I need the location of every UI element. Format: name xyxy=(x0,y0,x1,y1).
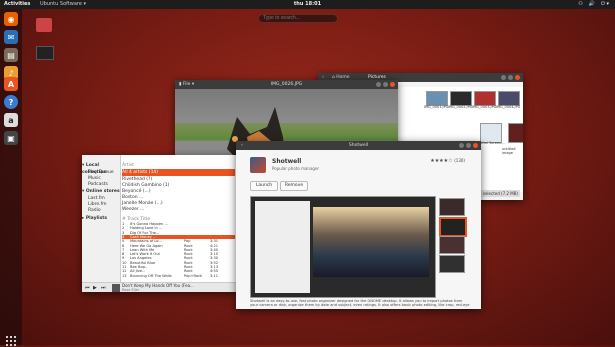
main-screenshot[interactable] xyxy=(250,196,436,298)
album-art xyxy=(112,284,120,292)
file-label: untitled image xyxy=(502,147,516,155)
file-item[interactable] xyxy=(508,123,523,143)
artist-list: Artist All 4 artists (14) Rivethead (?) … xyxy=(122,162,235,217)
sidebar-heading-library[interactable]: ▾ Local collection xyxy=(82,162,120,175)
close-button[interactable] xyxy=(473,143,478,148)
power-icon[interactable]: ⏻ ▾ xyxy=(601,0,609,9)
file-item[interactable] xyxy=(498,91,520,106)
remove-button[interactable]: Remove xyxy=(280,181,308,191)
music-sidebar: ▾ Local collection Play Queue Music Podc… xyxy=(82,155,121,282)
clock[interactable]: thu 18:01 xyxy=(0,0,615,9)
screenshot-thumbnail[interactable] xyxy=(439,217,467,237)
software-header: ‹ Shotwell xyxy=(236,141,481,150)
help-icon[interactable]: ? xyxy=(4,95,18,109)
shotwell-icon[interactable]: ▣ xyxy=(4,131,18,145)
track-genre: Pop+Rock xyxy=(184,273,203,278)
search-input[interactable] xyxy=(258,14,338,23)
play-button[interactable]: ▶ xyxy=(93,285,97,291)
file-label: IMG_0002.JPG xyxy=(448,105,473,109)
desktop-icon-disk[interactable] xyxy=(36,46,54,60)
screenshot-sidebar xyxy=(255,201,310,293)
file-label: IMG_0001.JPG xyxy=(424,105,449,109)
file-label: IMG_0004.JPG xyxy=(496,105,521,109)
screenshot-thumbnail[interactable] xyxy=(439,255,465,273)
file-label: IMG_0003.JPG xyxy=(472,105,497,109)
app-summary: Popular photo manager xyxy=(272,166,320,171)
minimize-button[interactable] xyxy=(501,75,506,80)
maximize-button[interactable] xyxy=(383,82,388,87)
minimize-button[interactable] xyxy=(376,82,381,87)
trash-icon xyxy=(36,18,52,32)
software-icon[interactable]: A xyxy=(4,77,18,91)
software-window: ‹ Shotwell Shotwell Popular photo manage… xyxy=(236,141,481,309)
artist-column-header[interactable]: Artist xyxy=(122,162,235,169)
launch-button[interactable]: Launch xyxy=(250,181,278,191)
viewer-header: ▮ File ▾ IMG_0026.JPG xyxy=(175,80,398,89)
file-item[interactable] xyxy=(426,91,448,106)
artist-row[interactable]: All 4 artists (14) xyxy=(122,169,235,176)
app-description: Shotwell is an easy-to-use, fast photo o… xyxy=(250,299,470,309)
sidebar-heading-online[interactable]: ▾ Online stores xyxy=(82,188,120,195)
rating-stars: ★★★★☆ (130) xyxy=(430,158,465,164)
system-tray[interactable]: ⚇ 🔊 ⏻ ▾ xyxy=(578,0,609,9)
sidebar-heading-playlists[interactable]: ▸ Playlists xyxy=(82,215,120,222)
previous-button[interactable]: ⏮ xyxy=(85,285,90,291)
file-label: Safari Screen... xyxy=(478,141,505,145)
amazon-icon[interactable]: a xyxy=(4,113,18,127)
track-number: 13 xyxy=(122,273,127,278)
thunderbird-icon[interactable]: ✉ xyxy=(4,30,18,44)
track-row[interactable]: 13 Bouncing Off The Walls Pop+Rock 3:11 xyxy=(122,274,235,278)
close-button[interactable] xyxy=(515,75,520,80)
firefox-icon[interactable]: ◉ xyxy=(4,12,18,26)
dock: ◉ ✉ ▤ ♪ A ? a ▣ xyxy=(0,9,22,347)
maximize-button[interactable] xyxy=(508,75,513,80)
next-button[interactable]: ⏭ xyxy=(101,285,106,291)
close-button[interactable] xyxy=(390,82,395,87)
sidebar-item-podcasts[interactable]: Podcasts xyxy=(82,181,126,188)
top-bar: Activities Ubuntu Software ▾ thu 18:01 ⚇… xyxy=(0,0,615,9)
file-item[interactable] xyxy=(450,91,472,106)
network-icon[interactable]: ⚇ xyxy=(578,0,582,9)
track-time: 3:11 xyxy=(210,273,219,278)
track-title: Bouncing Off The Walls xyxy=(130,273,172,278)
sidebar-item-radio[interactable]: Radio xyxy=(82,207,126,214)
app-name: Shotwell xyxy=(272,158,302,165)
minimize-button[interactable] xyxy=(459,143,464,148)
screenshot-thumbnail[interactable] xyxy=(439,236,465,254)
show-apps-icon[interactable] xyxy=(5,335,17,347)
files-icon[interactable]: ▤ xyxy=(4,48,18,62)
shotwell-app-icon xyxy=(250,157,266,173)
viewer-title: IMG_0026.JPG xyxy=(270,82,303,87)
track-list: # Track Title 1 It's Gonna Happen ... 2 Hol… xyxy=(122,216,235,280)
music-window: ▾ Local collection Play Queue Music Podc… xyxy=(82,155,237,292)
volume-icon[interactable]: 🔊 xyxy=(589,0,595,9)
disk-icon xyxy=(36,46,54,60)
player-bar: ⏮ ▶ ⏭ Don't Keep My Hands Off You (Fea..… xyxy=(82,282,237,292)
software-title: Shotwell xyxy=(348,143,369,148)
status-bar: selected (7.2 MB) xyxy=(480,190,520,197)
artist-row[interactable]: Weezer ... xyxy=(122,206,235,213)
file-item[interactable] xyxy=(480,123,502,143)
screenshot-thumbnail[interactable] xyxy=(439,198,465,216)
screenshot-photo xyxy=(313,207,429,277)
file-item[interactable] xyxy=(474,91,496,106)
maximize-button[interactable] xyxy=(466,143,471,148)
now-playing-artist: Rose Eller xyxy=(122,288,140,292)
desktop-icon-trash[interactable] xyxy=(36,18,52,32)
